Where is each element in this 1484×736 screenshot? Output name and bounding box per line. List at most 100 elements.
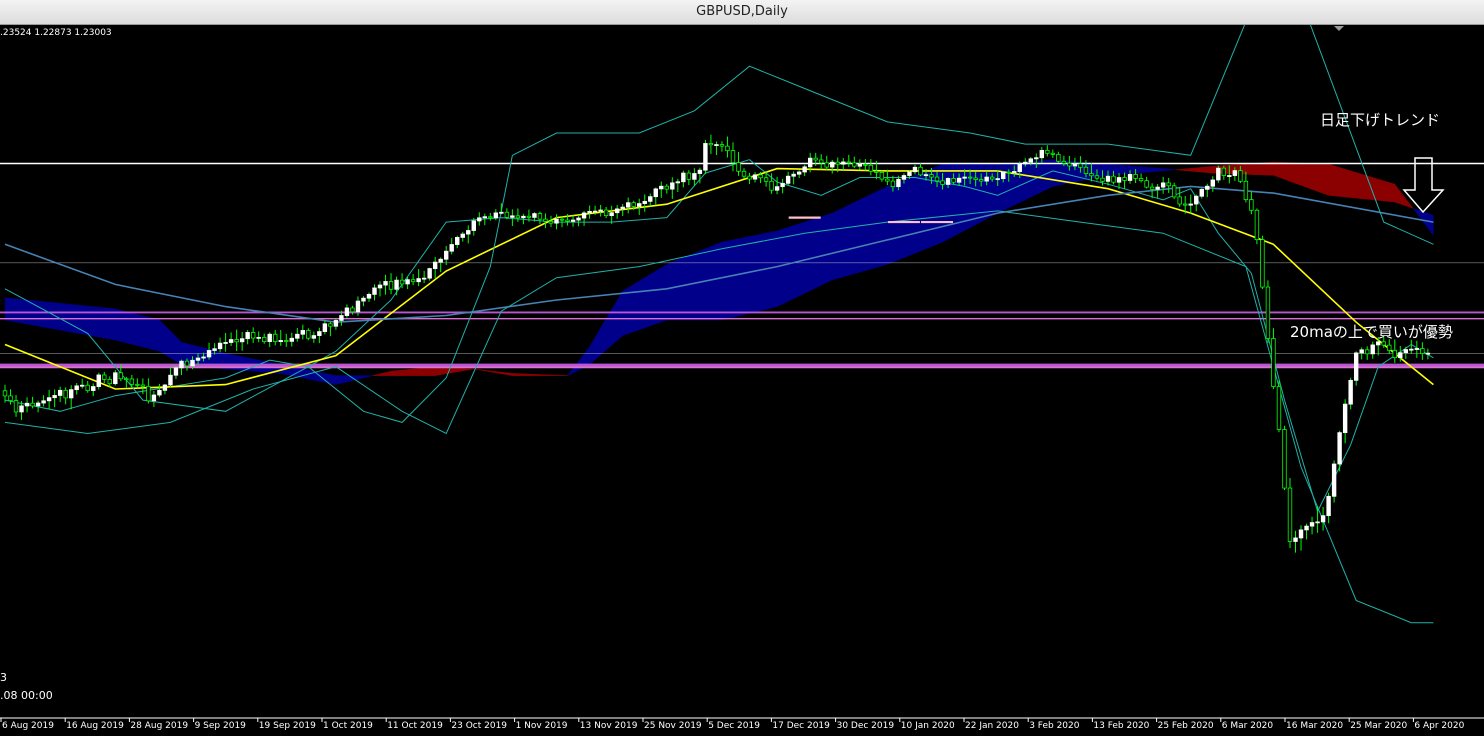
candle [1056,151,1061,163]
candle-body [846,161,851,164]
candle-body [769,180,774,191]
candle [52,389,57,408]
candle-body [1006,171,1011,174]
clipped-time-label: .08 00:00 [0,689,53,702]
x-tick-label: 25 Feb 2020 [1157,721,1214,731]
candle [1348,377,1353,410]
candle [372,284,377,301]
candle-body [267,333,272,342]
candle-body [466,230,471,235]
candle [63,387,68,405]
candle [102,371,107,384]
price-chart[interactable] [0,25,1484,736]
candle-body [179,360,184,369]
candle-body [1194,195,1199,205]
candle-body [289,337,294,342]
candle [1194,194,1199,212]
x-tick-label: 9 Sep 2019 [194,721,246,731]
candle-body [190,359,195,367]
candle-body [648,196,653,202]
cloud-segment [832,186,888,281]
candle-body [1315,521,1320,524]
candle [548,215,554,227]
candle-body [670,182,675,190]
candle-body [890,180,896,188]
candle-body [614,208,620,214]
candle-body [1309,522,1315,527]
candle-body [488,216,493,219]
candle-body [1282,429,1287,489]
candle-body [824,162,829,168]
candle-body [344,307,350,316]
candle [273,330,278,346]
candle [30,396,35,409]
candle [785,171,791,186]
candle-body [813,157,818,161]
x-tick-label: 5 Dec 2019 [708,721,760,731]
candle-body [63,389,68,399]
candle [300,324,306,340]
candle [1309,516,1315,535]
candle-body [383,281,388,286]
candle [1353,351,1359,386]
cloud-segment [567,345,590,376]
cloud-segment [335,375,373,385]
cloud-segment [159,319,182,365]
candle-body [124,378,129,381]
candle [614,205,620,219]
candle [85,380,90,393]
candle [708,134,714,154]
x-tick-label: 6 Mar 2020 [1221,721,1274,731]
candle-body [449,244,454,252]
cloud-segment [666,241,723,321]
candle-body [85,384,90,391]
candle [1050,149,1056,158]
candle-body [2,390,8,397]
candle-body [1342,403,1348,434]
candle-body [1249,199,1254,211]
x-tick-label: 30 Dec 2019 [836,721,895,731]
candle [427,267,432,281]
candle-body [162,384,168,391]
candle-body [377,284,383,289]
candle-body [896,178,901,188]
window-title-bar[interactable]: GBPUSD,Daily [0,0,1484,25]
candle-body [1078,163,1083,168]
candle [824,155,829,170]
candle-body [217,342,223,350]
candle-body [1067,162,1072,167]
candle [471,217,476,236]
candle [124,376,129,389]
candle [250,327,256,343]
candle [68,385,74,410]
candle-body [1326,495,1331,517]
x-tick-label: 25 Nov 2019 [644,721,702,731]
candle-body [129,378,135,385]
candle-body [653,188,658,198]
candle-body [592,210,598,213]
candle [377,281,383,297]
candle-body [13,400,19,413]
candle [1144,176,1149,189]
candle-body [250,332,256,339]
candle-body [780,182,785,188]
candle [438,257,443,273]
candle-body [907,171,912,176]
candle [388,273,394,295]
x-tick-label: 13 Feb 2020 [1093,721,1150,731]
candle [1414,340,1420,358]
candle-body [30,402,35,407]
candle-body [107,379,112,385]
candle [1320,506,1326,531]
candle [852,156,857,169]
candle-body [912,166,918,173]
candle-body [1094,175,1100,179]
candle-body [576,217,581,221]
candle-body [1034,157,1039,160]
candle-body [763,177,769,182]
window-title: GBPUSD,Daily [696,4,788,19]
candle [736,151,741,176]
candle [455,235,460,249]
candle-body [609,212,614,216]
candle [725,136,730,158]
